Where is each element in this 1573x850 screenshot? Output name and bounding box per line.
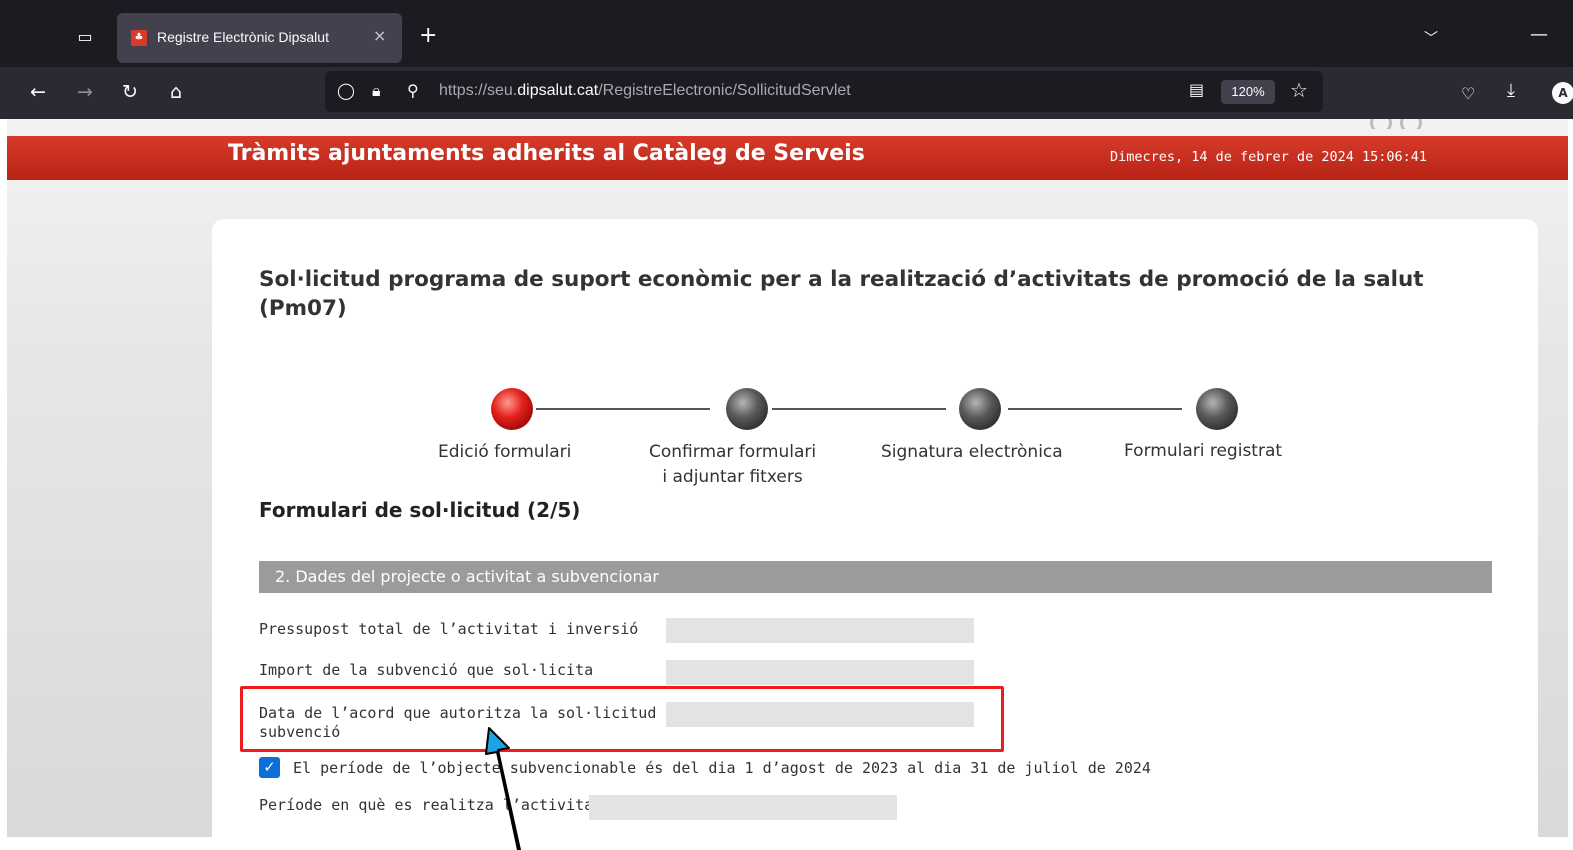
annotation-arrow	[485, 727, 521, 850]
arrow-shape	[485, 727, 521, 850]
